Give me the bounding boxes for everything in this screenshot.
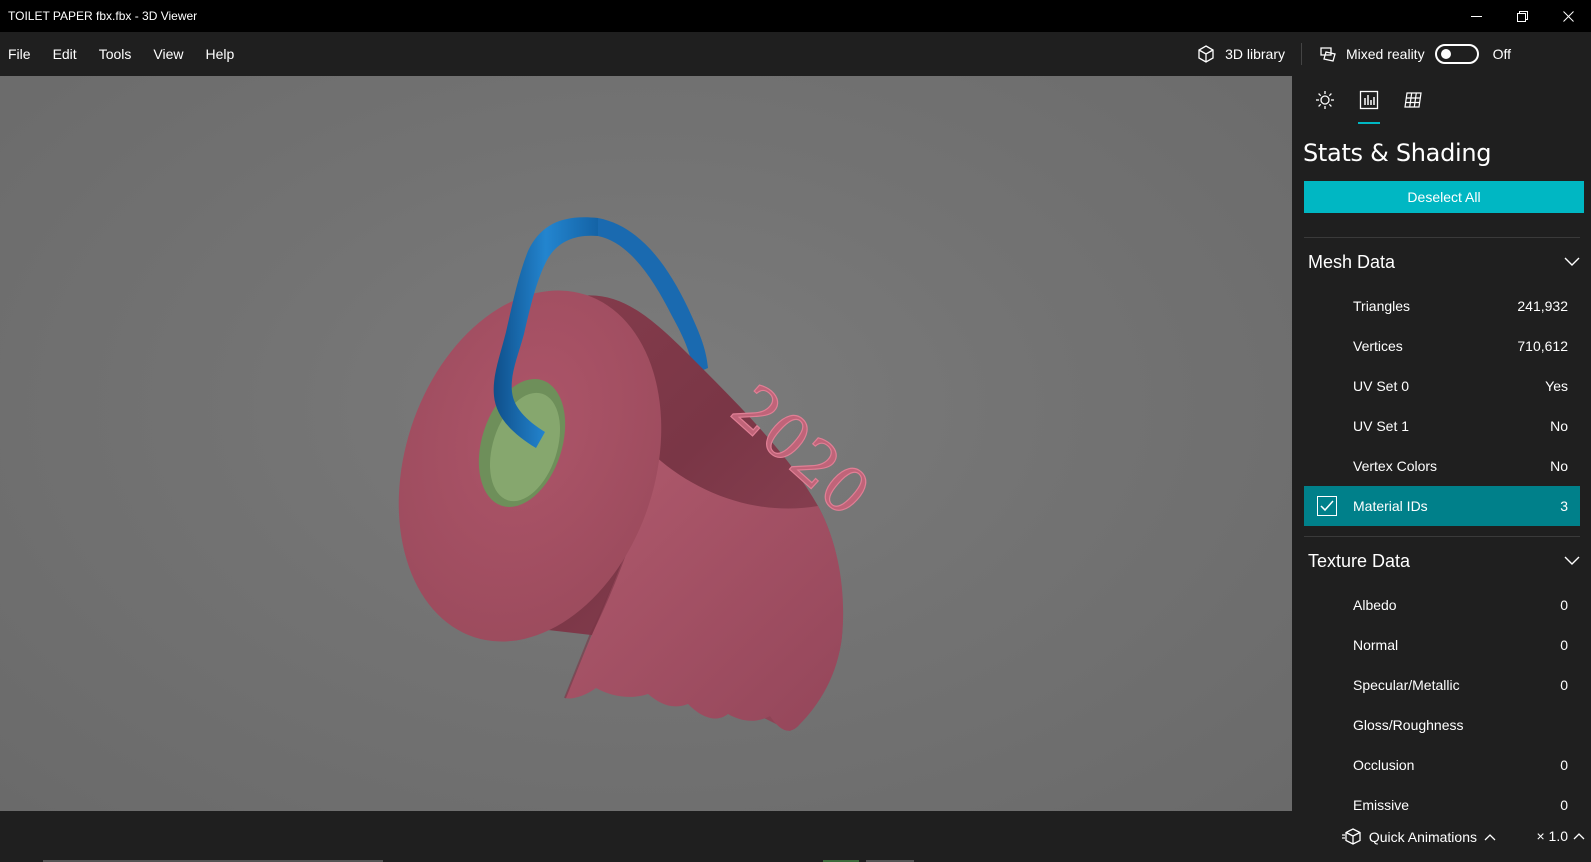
- stat-row-vertex-colors: Vertex Colors No: [1304, 446, 1580, 486]
- stat-value: No: [1550, 458, 1568, 474]
- mesh-data-title: Mesh Data: [1308, 251, 1396, 272]
- 3d-library-label: 3D library: [1225, 46, 1285, 62]
- playback-speed-button[interactable]: × 1.0: [1536, 828, 1585, 844]
- stat-label: UV Set 1: [1353, 418, 1410, 434]
- mixed-reality-label: Mixed reality: [1345, 46, 1425, 62]
- stat-row-gloss-roughness: Gloss/Roughness: [1304, 705, 1580, 745]
- stat-value: 241,932: [1517, 298, 1568, 314]
- toilet-paper-model: 2020: [398, 217, 884, 731]
- stat-label: Emissive: [1353, 797, 1410, 811]
- texture-data-header[interactable]: Texture Data: [1292, 537, 1591, 585]
- chevron-down-icon: [1564, 556, 1580, 565]
- panel-title: Stats & Shading: [1303, 139, 1492, 167]
- grid-icon: [1404, 92, 1422, 108]
- stat-row-triangles: Triangles 241,932: [1304, 286, 1580, 326]
- stat-value: 0: [1560, 597, 1568, 613]
- sun-icon: [1316, 91, 1334, 109]
- stats-panel: Stats & Shading Deselect All Mesh Data T…: [1292, 76, 1591, 811]
- restore-button[interactable]: [1499, 0, 1545, 32]
- stat-row-vertices: Vertices 710,612: [1304, 326, 1580, 366]
- stat-value: 710,612: [1517, 338, 1568, 354]
- close-icon: [1562, 10, 1574, 22]
- stat-label: Specular/Metallic: [1353, 677, 1460, 693]
- stat-value: 0: [1560, 637, 1568, 653]
- stat-row-material-ids[interactable]: Material IDs 3: [1304, 486, 1580, 526]
- quick-animations-label: Quick Animations: [1368, 829, 1477, 845]
- menu-bar: File Edit Tools View Help 3D library Mix…: [0, 32, 1591, 76]
- window-controls: [1453, 0, 1591, 32]
- material-ids-checkbox[interactable]: [1317, 496, 1337, 516]
- minimize-button[interactable]: [1453, 0, 1499, 32]
- tab-lighting[interactable]: [1303, 76, 1347, 124]
- mixed-reality-icon: [1320, 47, 1336, 62]
- minimize-icon: [1470, 15, 1482, 17]
- stat-label: Occlusion: [1353, 757, 1415, 773]
- chevron-down-icon: [1564, 257, 1580, 266]
- chevron-up-icon: [1573, 833, 1585, 840]
- deselect-all-button[interactable]: Deselect All: [1304, 181, 1584, 213]
- mixed-reality-state: Off: [1492, 46, 1511, 62]
- tab-grid[interactable]: [1391, 76, 1435, 124]
- stat-label: Vertices: [1353, 338, 1403, 354]
- stat-row-specular-metallic: Specular/Metallic 0: [1304, 665, 1580, 705]
- mixed-reality-control: Mixed reality Off: [1318, 44, 1591, 64]
- stats-chart-icon: [1359, 90, 1379, 110]
- title-bar: TOILET PAPER fbx.fbx - 3D Viewer: [0, 0, 1591, 32]
- window-title: TOILET PAPER fbx.fbx - 3D Viewer: [8, 9, 198, 23]
- cube-icon: [1198, 45, 1214, 63]
- stat-label: Albedo: [1353, 597, 1397, 613]
- stat-label: Normal: [1353, 637, 1399, 653]
- stat-row-uv-set-0: UV Set 0 Yes: [1304, 366, 1580, 406]
- menu-edit[interactable]: Edit: [42, 32, 88, 76]
- stat-label: Material IDs: [1353, 498, 1428, 514]
- 3d-library-button[interactable]: 3D library: [1196, 44, 1301, 64]
- quick-animations-button[interactable]: Quick Animations: [1341, 828, 1496, 846]
- playback-speed-label: × 1.0: [1536, 828, 1568, 844]
- stat-row-albedo: Albedo 0: [1304, 585, 1580, 625]
- stat-row-uv-set-1: UV Set 1 No: [1304, 406, 1580, 446]
- chevron-up-icon: [1484, 834, 1496, 841]
- mixed-reality-toggle[interactable]: [1434, 44, 1479, 64]
- restore-icon: [1516, 10, 1528, 22]
- stat-value: 3: [1560, 498, 1568, 514]
- stat-value: No: [1550, 418, 1568, 434]
- stat-row-normal: Normal 0: [1304, 625, 1580, 665]
- stat-value: 0: [1560, 797, 1568, 811]
- stat-value: 0: [1560, 757, 1568, 773]
- stat-row-occlusion: Occlusion 0: [1304, 745, 1580, 785]
- close-button[interactable]: [1545, 0, 1591, 32]
- menu-view[interactable]: View: [142, 32, 194, 76]
- menu-tools[interactable]: Tools: [88, 32, 143, 76]
- panel-tabs: [1292, 76, 1591, 124]
- animation-bar: Quick Animations × 1.0: [0, 811, 1591, 862]
- tab-stats[interactable]: [1347, 76, 1391, 124]
- texture-data-title: Texture Data: [1308, 550, 1411, 571]
- mesh-data-header[interactable]: Mesh Data: [1292, 238, 1591, 286]
- menu-help[interactable]: Help: [194, 32, 245, 76]
- 3d-viewport[interactable]: 2020: [0, 76, 1292, 811]
- toggle-knob: [1440, 49, 1451, 59]
- menu-file[interactable]: File: [0, 32, 42, 76]
- stat-value: 0: [1560, 677, 1568, 693]
- toolbar-divider: [1300, 43, 1302, 65]
- stat-value: Yes: [1545, 378, 1568, 394]
- stat-label: Gloss/Roughness: [1353, 717, 1464, 733]
- stat-label: UV Set 0: [1353, 378, 1410, 394]
- stat-row-emissive: Emissive 0: [1304, 785, 1580, 811]
- stat-label: Vertex Colors: [1353, 458, 1438, 474]
- checkmark-icon: [1320, 500, 1334, 512]
- animation-cube-icon: [1341, 828, 1361, 845]
- stat-label: Triangles: [1353, 298, 1411, 314]
